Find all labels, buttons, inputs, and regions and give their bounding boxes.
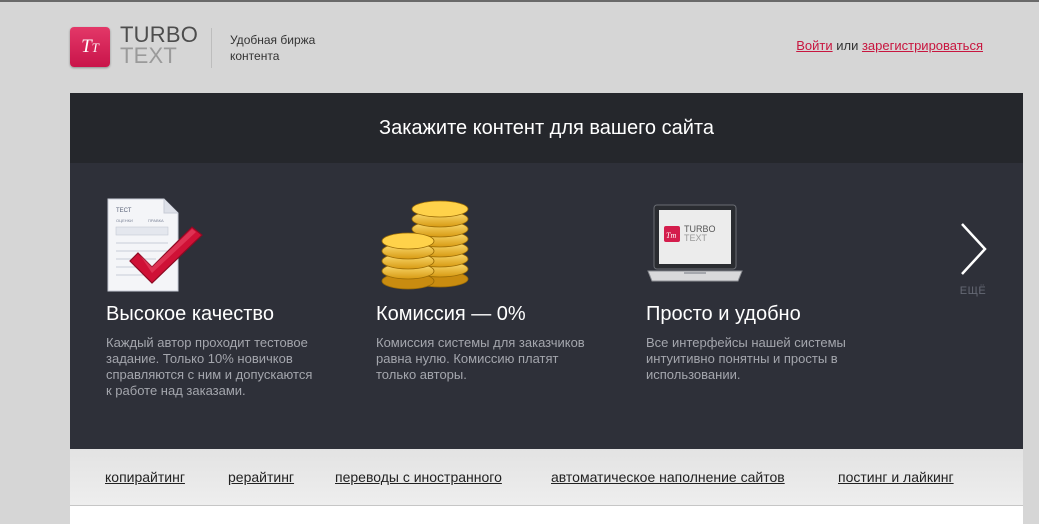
tag-copywriting[interactable]: копирайтинг xyxy=(105,469,185,485)
logo-line-1: TURBO xyxy=(120,22,198,47)
tag-site-filling[interactable]: автоматическое наполнение сайтов xyxy=(551,469,785,485)
site-logo[interactable]: TT TURBO TEXT xyxy=(70,24,198,69)
feature-quality-text: Каждый автор проходит тестовое задание. … xyxy=(106,335,313,398)
logo-wordmark: TURBO TEXT xyxy=(120,22,198,68)
document-check-icon: ТЕСТ ОЦЕНКИ ПРАВКА xyxy=(106,193,346,293)
feature-easy-title: Просто и удобно xyxy=(646,303,801,325)
svg-text:ПРАВКА: ПРАВКА xyxy=(148,218,164,223)
login-link[interactable]: Войти xyxy=(796,38,832,53)
hero-title: Закажите контент для вашего сайта xyxy=(70,93,1023,163)
tag-rewriting[interactable]: рерайтинг xyxy=(228,469,294,485)
tagline-line-1: Удобная биржа xyxy=(230,33,316,47)
feature-quality: ТЕСТ ОЦЕНКИ ПРАВКА Высокое качество Кажд… xyxy=(106,193,346,399)
hero-banner: Закажите контент для вашего сайта ТЕСТ О… xyxy=(70,93,1023,449)
header-divider xyxy=(211,28,212,68)
next-slide-button[interactable]: ЕЩЁ xyxy=(952,221,994,297)
laptop-icon: Tт TURBO TEXT xyxy=(646,193,886,293)
svg-text:ОЦЕНКИ: ОЦЕНКИ xyxy=(116,218,133,223)
tag-posting-liking[interactable]: постинг и лайкинг xyxy=(838,469,954,485)
next-label: ЕЩЁ xyxy=(959,285,987,297)
logo-mark: TT xyxy=(70,27,110,67)
logo-line-2: TEXT xyxy=(120,43,178,68)
svg-text:TEXT: TEXT xyxy=(684,233,708,243)
svg-text:ТЕСТ: ТЕСТ xyxy=(116,208,132,214)
chevron-right-icon xyxy=(961,223,987,275)
register-link[interactable]: зарегистрироваться xyxy=(862,38,983,53)
content-type-nav: копирайтинг рерайтинг переводы с иностра… xyxy=(70,449,1023,505)
svg-text:Tт: Tт xyxy=(666,231,676,240)
feature-commission-title: Комиссия — 0% xyxy=(376,303,526,325)
feature-commission: Комиссия — 0% Комиссия системы для заказ… xyxy=(376,193,616,383)
feature-commission-text: Комиссия системы для заказчиков равна ну… xyxy=(376,335,585,382)
tag-translations[interactable]: переводы с иностранного xyxy=(335,469,502,485)
site-tagline: Удобная биржа контента xyxy=(230,32,350,64)
auth-or-text: или xyxy=(836,38,859,53)
auth-links: Войти или зарегистрироваться xyxy=(796,38,983,53)
content-area-start xyxy=(70,505,1023,524)
feature-easy: Tт TURBO TEXT Просто и удобно Все интерф… xyxy=(646,193,886,383)
feature-quality-title: Высокое качество xyxy=(106,303,274,325)
window-top-border xyxy=(0,0,1039,2)
coins-icon xyxy=(376,193,616,293)
feature-easy-text: Все интерфейсы нашей системы интуитивно … xyxy=(646,335,846,382)
tagline-line-2: контента xyxy=(230,49,280,63)
